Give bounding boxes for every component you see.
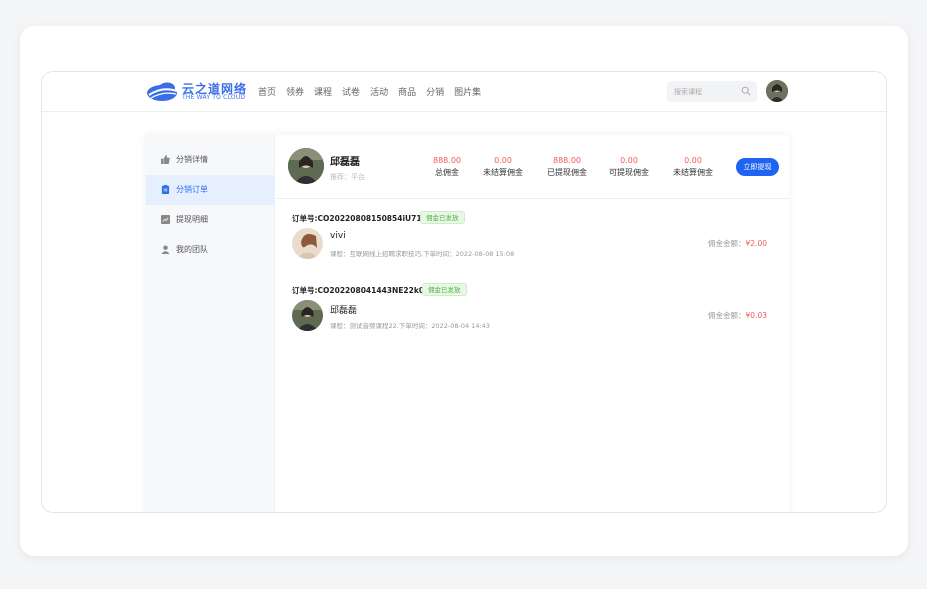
top-navbar: 云之道网络 THE WAY TO CLOUD 首页 领券 课程 试卷 活动 商品…: [42, 72, 886, 112]
search-box: [667, 81, 757, 102]
chart-icon: [161, 215, 170, 224]
sidebar-item-distribution-details[interactable]: 分销详情: [146, 145, 275, 175]
clipboard-icon: [161, 185, 170, 194]
sidebar-item-withdrawal-details[interactable]: 提现明细: [146, 205, 275, 235]
stat-total-commission: 888.00 总佣金: [419, 156, 475, 178]
buyer-avatar-image: [292, 300, 323, 331]
nav-item-gallery[interactable]: 图片集: [454, 85, 481, 98]
order-commission: 佣金金额：¥2.00: [708, 238, 767, 249]
commission-amount: ¥2.00: [745, 239, 767, 248]
stat-value: 888.00: [433, 156, 461, 165]
profile-referrer: 推荐：平台: [330, 173, 365, 181]
cloud-logo-icon: [147, 82, 178, 101]
order-number: 订单号:CO202208041443NE22k0: [292, 286, 425, 295]
user-avatar[interactable]: [766, 80, 788, 102]
nav-item-exams[interactable]: 试卷: [342, 85, 360, 98]
sidebar-item-label: 我的团队: [176, 245, 208, 254]
stat-label: 已提现佣金: [547, 168, 587, 177]
person-icon: [161, 245, 170, 254]
status-badge: 佣金已发放: [422, 283, 467, 296]
buyer-name: 邱磊磊: [330, 306, 358, 316]
profile-name: 邱磊磊: [330, 157, 360, 168]
nav-item-distribution[interactable]: 分销: [426, 85, 444, 98]
sidebar-item-my-team[interactable]: 我的团队: [146, 235, 275, 265]
stat-value: 0.00: [684, 156, 702, 165]
profile-avatar-image: [288, 148, 324, 184]
stat-withdrawn-commission: 888.00 已提现佣金: [539, 156, 595, 178]
order-card[interactable]: 订单号:CO20220808150854iU71 佣金已发放 vivi 课程：互…: [276, 211, 789, 283]
buyer-name: vivi: [330, 231, 346, 241]
commission-label: 佣金金额：: [708, 311, 746, 320]
search-icon[interactable]: [741, 86, 751, 96]
stat-label: 总佣金: [435, 168, 459, 177]
main-nav: 首页 领券 课程 试卷 活动 商品 分销 图片集: [258, 85, 491, 98]
user-avatar-image: [766, 80, 788, 102]
stat-withdrawable-commission: 0.00 可提现佣金: [601, 156, 657, 178]
order-description: 课程：测试音频课程22,下单时间：2022-08-04 14:43: [330, 322, 490, 330]
order-card[interactable]: 订单号:CO202208041443NE22k0 佣金已发放 邱磊磊 课程：测试…: [276, 283, 789, 355]
side-menu: 分销详情 分销订单 提现明细 我的团队: [146, 135, 275, 512]
nav-item-products[interactable]: 商品: [398, 85, 416, 98]
thumbs-up-icon: [161, 155, 170, 164]
stat-value: 888.00: [553, 156, 581, 165]
brand-logo[interactable]: 云之道网络 THE WAY TO CLOUD: [146, 80, 246, 104]
search-input[interactable]: [674, 85, 740, 98]
buyer-avatar-image: [292, 228, 323, 259]
stat-unsettled-commission: 0.00 未结算佣金: [475, 156, 531, 178]
nav-item-events[interactable]: 活动: [370, 85, 388, 98]
site-frame: 云之道网络 THE WAY TO CLOUD 首页 领券 课程 试卷 活动 商品…: [41, 71, 887, 513]
commission-label: 佣金金额：: [708, 239, 746, 248]
nav-item-courses[interactable]: 课程: [314, 85, 332, 98]
stat-value: 0.00: [494, 156, 512, 165]
profile-avatar: [288, 148, 324, 184]
stat-label: 未结算佣金: [483, 168, 523, 177]
order-commission: 佣金金额：¥0.03: [708, 310, 767, 321]
status-badge: 佣金已发放: [420, 211, 465, 224]
nav-item-home[interactable]: 首页: [258, 85, 276, 98]
sidebar-item-label: 分销详情: [176, 155, 208, 164]
stat-label: 未结算佣金: [673, 168, 713, 177]
commission-amount: ¥0.03: [745, 311, 767, 320]
buyer-avatar: [292, 300, 323, 331]
order-description: 课程：互联网线上招聘求职技巧,下单时间：2022-08-08 15:08: [330, 250, 515, 258]
buyer-avatar: [292, 228, 323, 259]
stat-label: 可提现佣金: [609, 168, 649, 177]
sidebar-item-label: 分销订单: [176, 185, 208, 194]
order-number: 订单号:CO20220808150854iU71: [292, 214, 422, 223]
sidebar-item-distribution-orders[interactable]: 分销订单: [146, 175, 275, 205]
withdraw-now-button[interactable]: 立即提现: [736, 158, 779, 176]
brand-name-en: THE WAY TO CLOUD: [182, 94, 246, 101]
sidebar-item-label: 提现明细: [176, 215, 208, 224]
stat-unsettled-commission-2: 0.00 未结算佣金: [665, 156, 721, 178]
profile-summary: 邱磊磊 推荐：平台 888.00 总佣金 0.00 未结算佣金 888.00 已…: [276, 135, 789, 199]
stat-value: 0.00: [620, 156, 638, 165]
orders-content: 邱磊磊 推荐：平台 888.00 总佣金 0.00 未结算佣金 888.00 已…: [276, 135, 789, 512]
distribution-panel: 分销详情 分销订单 提现明细 我的团队 邱磊磊 推荐：平台 888.00 总佣金…: [146, 135, 789, 512]
nav-item-coupons[interactable]: 领券: [286, 85, 304, 98]
